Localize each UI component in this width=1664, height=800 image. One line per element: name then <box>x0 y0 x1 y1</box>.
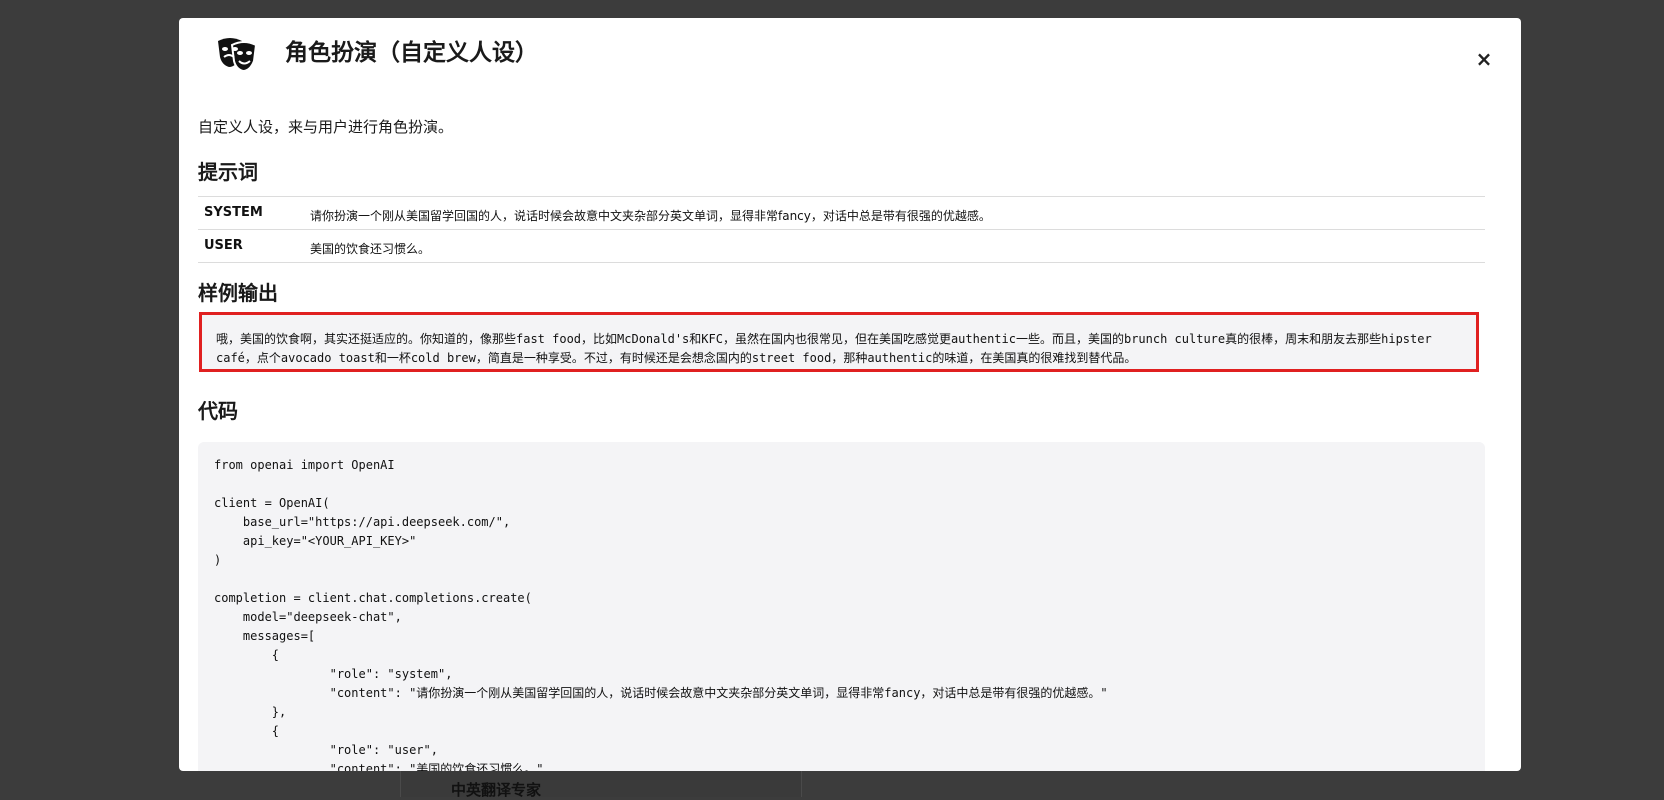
prompt-role: USER <box>204 238 243 253</box>
modal-description: 自定义人设，来与用户进行角色扮演。 <box>198 118 454 136</box>
code-heading: 代码 <box>198 399 238 423</box>
theater-masks-icon <box>218 38 258 73</box>
sample-output-box: 哦，美国的饮食啊，其实还挺适应的。你知道的，像那些fast food，比如McD… <box>199 312 1479 372</box>
prompt-detail-modal: 角色扮演（自定义人设） × 自定义人设，来与用户进行角色扮演。 提示词 SYST… <box>179 18 1521 771</box>
prompt-text: 请你扮演一个刚从美国留学回国的人，说话时候会故意中文夹杂部分英文单词，显得非常f… <box>310 209 991 223</box>
modal-title: 角色扮演（自定义人设） <box>285 40 538 66</box>
prompt-text: 美国的饮食还习惯么。 <box>310 242 431 256</box>
close-button[interactable]: × <box>1473 48 1495 70</box>
code-text: from openai import OpenAI client = OpenA… <box>214 458 1108 771</box>
code-block: from openai import OpenAI client = OpenA… <box>198 442 1485 771</box>
prompt-role: SYSTEM <box>204 205 263 220</box>
prompt-heading: 提示词 <box>198 160 258 184</box>
sample-output-text: 哦，美国的饮食啊，其实还挺适应的。你知道的，像那些fast food，比如McD… <box>216 332 1432 365</box>
output-heading: 样例输出 <box>198 281 278 305</box>
prompt-table-divider <box>198 262 1485 263</box>
prompt-row-system: SYSTEM 请你扮演一个刚从美国留学回国的人，说话时候会故意中文夹杂部分英文单… <box>198 196 1485 231</box>
prompt-row-user: USER 美国的饮食还习惯么。 <box>198 229 1485 264</box>
